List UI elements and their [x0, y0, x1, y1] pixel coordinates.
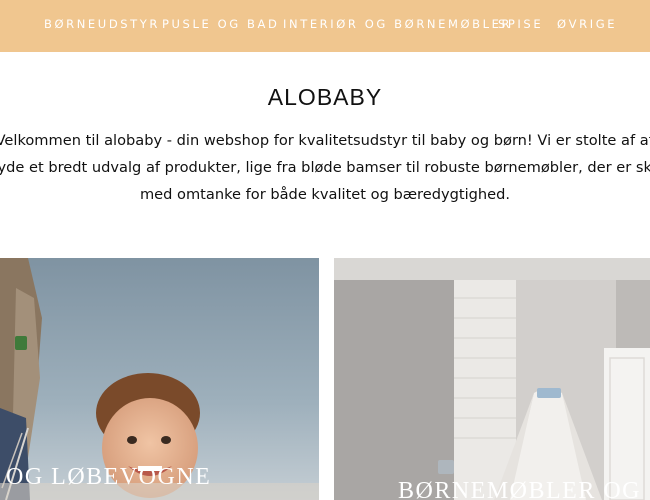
- category-label-lobevogne: OG LØBEVOGNE: [6, 464, 212, 490]
- category-label-bornemobler: BØRNEMØBLER OG: [398, 478, 642, 500]
- intro-text: Velkommen til alobaby - din webshop for …: [0, 132, 650, 203]
- top-navigation: BØRNEUDSTYR PUSLE OG BAD INTERIØR OG BØR…: [0, 0, 650, 52]
- category-card-lobevogne[interactable]: OG LØBEVOGNE: [0, 258, 319, 500]
- nav-item-borneudstyr[interactable]: BØRNEUDSTYR: [44, 17, 160, 31]
- nav-item-ovrige[interactable]: ØVRIGE: [557, 17, 617, 31]
- nav-item-spise[interactable]: SPISE: [498, 17, 543, 31]
- page-title: ALOBABY: [267, 84, 383, 110]
- category-card-bornemobler[interactable]: BØRNEMØBLER OG: [334, 258, 650, 500]
- category-photo-nursery: [334, 258, 650, 500]
- nav-item-interior-og-bornemobler[interactable]: INTERIØR OG BØRNEMØBLER: [283, 17, 512, 31]
- nav-item-pusle-og-bad[interactable]: PUSLE OG BAD: [162, 17, 279, 31]
